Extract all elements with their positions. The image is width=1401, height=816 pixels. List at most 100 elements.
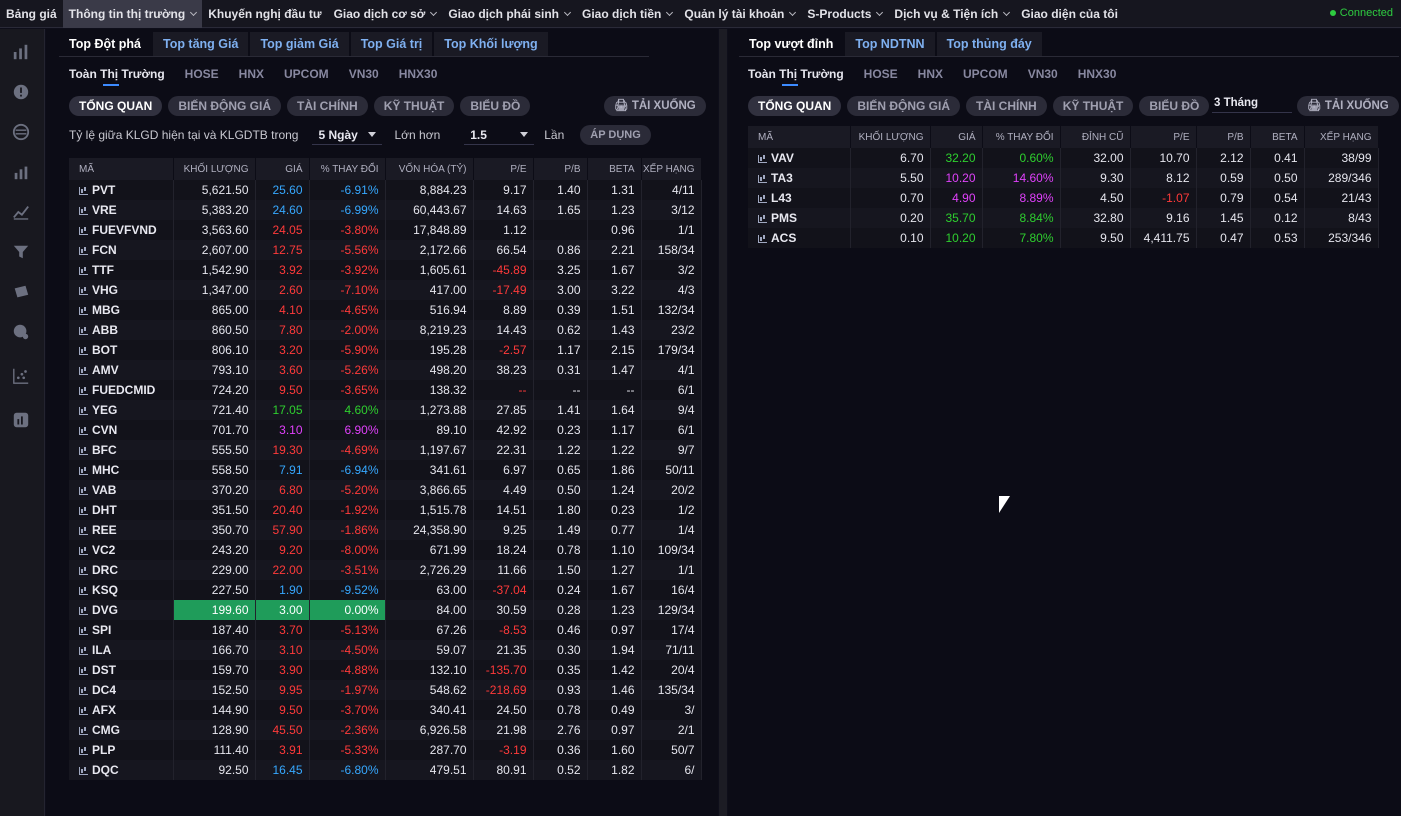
- mini-chart-icon[interactable]: [79, 726, 88, 735]
- column-header-p-e[interactable]: P/E: [473, 158, 534, 180]
- mini-chart-icon[interactable]: [79, 346, 88, 355]
- symbol-cell[interactable]: VAV: [748, 148, 851, 168]
- column-header-p-b[interactable]: P/B: [1196, 126, 1251, 148]
- column-header-xep-hang[interactable]: XẾP HẠNG: [641, 158, 702, 180]
- table-row[interactable]: AMV 793.10 3.60 -5.26% 498.20 38.23 0.31 1.47 4/…: [69, 360, 702, 380]
- symbol-cell[interactable]: FUEVFVND: [69, 220, 174, 240]
- table-row[interactable]: TTF 1,542.90 3.92 -3.92% 1,605.61 -45.89 3.25 1…: [69, 260, 702, 280]
- column-header-thay-doi[interactable]: % THAY ĐỔI: [982, 126, 1061, 148]
- symbol-cell[interactable]: DST: [69, 660, 174, 680]
- period-select[interactable]: 3 Tháng: [1212, 93, 1292, 113]
- mini-chart-icon[interactable]: [79, 526, 88, 535]
- mini-chart-icon[interactable]: [758, 214, 767, 223]
- mini-chart-icon[interactable]: [79, 306, 88, 315]
- nav-giao-dich-phai-sinh[interactable]: Giao dịch phái sinh: [442, 0, 576, 28]
- symbol-cell[interactable]: YEG: [69, 400, 174, 420]
- table-row[interactable]: KSQ 227.50 1.90 -9.52% 63.00 -37.04 0.24 1.67 16…: [69, 580, 702, 600]
- exchange-hose[interactable]: HOSE: [185, 67, 219, 85]
- table-row[interactable]: CVN 701.70 3.10 6.90% 89.10 42.92 0.23 1.17 6/1: [69, 420, 702, 440]
- table-row[interactable]: PMS 0.20 35.70 8.84% 32.80 9.16 1.45 0.12 8/43: [748, 208, 1379, 228]
- view-tong-quan[interactable]: TỔNG QUAN: [69, 96, 163, 116]
- column-header-xep-hang[interactable]: XẾP HẠNG: [1304, 126, 1379, 148]
- mini-chart-icon[interactable]: [79, 286, 88, 295]
- table-row[interactable]: VC2 243.20 9.20 -8.00% 671.99 18.24 0.78 1.10 10…: [69, 540, 702, 560]
- table-row[interactable]: VHG 1,347.00 2.60 -7.10% 417.00 -17.49 3.00 3.2…: [69, 280, 702, 300]
- mini-chart-icon[interactable]: [758, 174, 767, 183]
- symbol-cell[interactable]: VAB: [69, 480, 174, 500]
- ratio-select[interactable]: 1.5: [464, 125, 535, 145]
- symbol-cell[interactable]: DQC: [69, 760, 174, 780]
- nav-quan-ly-tai-khoan[interactable]: Quản lý tài khoản: [678, 0, 801, 28]
- table-row[interactable]: DST 159.70 3.90 -4.88% 132.10 -135.70 0.35 1.42…: [69, 660, 702, 680]
- exchange-hnx30[interactable]: HNX30: [1078, 67, 1117, 85]
- view-tai-chinh[interactable]: TÀI CHÍNH: [966, 96, 1047, 116]
- tab-top-gia-tri[interactable]: Top Giá trị: [350, 32, 435, 56]
- table-row[interactable]: AFX 144.90 9.50 -3.70% 340.41 24.50 0.78 0.49 3/: [69, 700, 702, 720]
- mini-chart-icon[interactable]: [79, 686, 88, 695]
- tab-top-dot-pha[interactable]: Top Đột phá: [59, 32, 153, 56]
- mini-chart-icon[interactable]: [758, 234, 767, 243]
- report-icon[interactable]: [11, 410, 31, 430]
- left-download-button[interactable]: 🖨 TẢI XUỐNG: [604, 96, 706, 116]
- table-row[interactable]: VAB 370.20 6.80 -5.20% 3,866.65 4.49 0.50 1.24 2…: [69, 480, 702, 500]
- ticket-icon[interactable]: [11, 282, 31, 302]
- days-select[interactable]: 5 Ngày: [312, 125, 383, 145]
- nav-bang-gia[interactable]: Bảng giá: [0, 0, 63, 28]
- view-tai-chinh[interactable]: TÀI CHÍNH: [287, 96, 368, 116]
- line-chart-icon[interactable]: [11, 202, 31, 222]
- exchange-vn30[interactable]: VN30: [349, 67, 379, 85]
- nav-giao-dich-tien[interactable]: Giao dịch tiền: [576, 0, 678, 28]
- symbol-cell[interactable]: PVT: [69, 180, 174, 200]
- mini-chart-icon[interactable]: [79, 226, 88, 235]
- mini-chart-icon[interactable]: [79, 366, 88, 375]
- right-download-button[interactable]: 🖨 TẢI XUỐNG: [1297, 96, 1399, 116]
- view-ky-thuat[interactable]: KỸ THUẬT: [373, 96, 455, 116]
- exchange-upcom[interactable]: UPCOM: [963, 67, 1008, 85]
- mini-chart-icon[interactable]: [79, 206, 88, 215]
- exchange-hnx30[interactable]: HNX30: [399, 67, 438, 85]
- symbol-cell[interactable]: DC4: [69, 680, 174, 700]
- exchange-toan-thi-truong[interactable]: Toàn Thị Trường: [69, 67, 165, 86]
- tab-top-vuot-dinh[interactable]: Top vượt đỉnh: [739, 32, 846, 56]
- view-bien-dong-gia[interactable]: BIẾN ĐỘNG GIÁ: [847, 96, 961, 116]
- exchange-hnx[interactable]: HNX: [918, 67, 943, 85]
- column-header-khoi-luong[interactable]: KHỐI LƯỢNG: [173, 158, 256, 180]
- symbol-cell[interactable]: BFC: [69, 440, 174, 460]
- mini-chart-icon[interactable]: [79, 746, 88, 755]
- mini-chart-icon[interactable]: [79, 406, 88, 415]
- view-bieu-do[interactable]: BIỂU ĐỒ: [1139, 96, 1210, 116]
- table-row[interactable]: VAV 6.70 32.20 0.60% 32.00 10.70 2.12 0.41 38/99: [748, 148, 1379, 168]
- column-header-p-e[interactable]: P/E: [1130, 126, 1197, 148]
- symbol-cell[interactable]: ACS: [748, 228, 851, 248]
- table-row[interactable]: VRE 5,383.20 24.60 -6.99% 60,443.67 14.63 1.65…: [69, 200, 702, 220]
- column-header-thay-doi[interactable]: % THAY ĐỔI: [309, 158, 386, 180]
- table-row[interactable]: TA3 5.50 10.20 14.60% 9.30 8.12 0.59 0.50 289/34…: [748, 168, 1379, 188]
- symbol-cell[interactable]: AFX: [69, 700, 174, 720]
- tab-top-ndtnn[interactable]: Top NDTNN: [845, 32, 937, 56]
- view-bieu-do[interactable]: BIỂU ĐỒ: [460, 96, 531, 116]
- symbol-cell[interactable]: DVG: [69, 600, 174, 620]
- nav-khuyen-nghi-dau-tu[interactable]: Khuyến nghị đầu tư: [202, 0, 327, 28]
- column-header-khoi-luong[interactable]: KHỐI LƯỢNG: [850, 126, 931, 148]
- nav-s-products[interactable]: S-Products: [801, 0, 888, 28]
- nav-dich-vu-tien-ich[interactable]: Dịch vụ & Tiện ích: [888, 0, 1015, 28]
- filter-icon[interactable]: [11, 242, 31, 262]
- nav-giao-dien-cua-toi[interactable]: Giao diện của tôi: [1015, 0, 1124, 28]
- tab-top-giam-gia[interactable]: Top giảm Giá: [250, 32, 351, 56]
- symbol-cell[interactable]: DHT: [69, 500, 174, 520]
- table-row[interactable]: PVT 5,621.50 25.60 -6.91% 8,884.23 9.17 1.40 1.…: [69, 180, 702, 200]
- symbol-cell[interactable]: PMS: [748, 208, 851, 228]
- symbol-cell[interactable]: TA3: [748, 168, 851, 188]
- table-row[interactable]: MBG 865.00 4.10 -4.65% 516.94 8.89 0.39 1.51 132…: [69, 300, 702, 320]
- exchange-hnx[interactable]: HNX: [239, 67, 264, 85]
- column-header-gia[interactable]: GIÁ: [930, 126, 983, 148]
- exchange-hose[interactable]: HOSE: [864, 67, 898, 85]
- table-row[interactable]: ACS 0.10 10.20 7.80% 9.50 4,411.75 0.47 0.53 253…: [748, 228, 1379, 248]
- mini-chart-icon[interactable]: [79, 486, 88, 495]
- table-row[interactable]: ABB 860.50 7.80 -2.00% 8,219.23 14.43 0.62 1.43…: [69, 320, 702, 340]
- symbol-cell[interactable]: SPI: [69, 620, 174, 640]
- analytics-icon[interactable]: [11, 162, 31, 182]
- exchange-upcom[interactable]: UPCOM: [284, 67, 329, 85]
- mini-chart-icon[interactable]: [79, 186, 88, 195]
- view-ky-thuat[interactable]: KỸ THUẬT: [1052, 96, 1134, 116]
